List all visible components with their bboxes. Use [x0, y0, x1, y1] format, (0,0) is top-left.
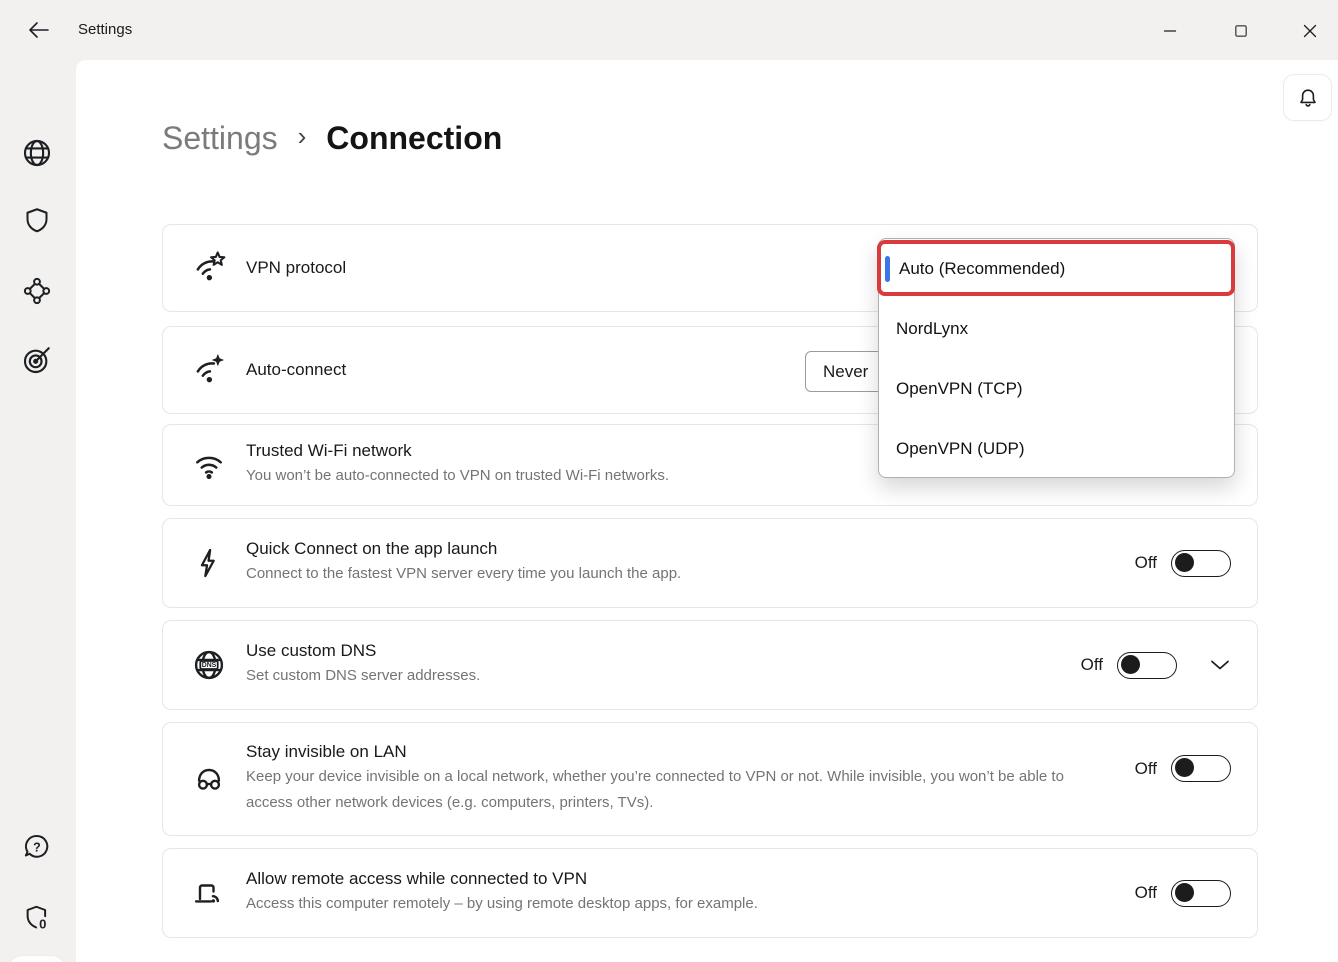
setting-row-quick-connect: Quick Connect on the app launch Connect …	[162, 518, 1258, 608]
breadcrumb-separator-icon: ›	[298, 121, 307, 152]
row-title: Use custom DNS	[246, 641, 480, 661]
breadcrumb-current-page: Connection	[326, 120, 502, 157]
row-title: Auto-connect	[246, 360, 346, 380]
toggle-knob	[1175, 553, 1194, 572]
sidebar-item-threat-counter[interactable]: 0	[15, 895, 59, 939]
close-icon	[1302, 23, 1318, 39]
dns-globe-icon: DNS	[189, 645, 229, 685]
shield-counter-icon: 0	[22, 902, 52, 932]
dropdown-option-nordlynx[interactable]: NordLynx	[879, 299, 1234, 359]
row-title: Stay invisible on LAN	[246, 742, 1076, 762]
wifi-sparkle-icon	[189, 350, 229, 390]
row-subtitle: Access this computer remotely – by using…	[246, 891, 758, 917]
dropdown-option-label: OpenVPN (UDP)	[896, 439, 1024, 459]
shield-icon	[22, 205, 52, 235]
toggle-knob	[1121, 655, 1140, 674]
invisible-lan-toggle[interactable]	[1171, 755, 1231, 782]
sidebar-item-threat-protection[interactable]	[15, 198, 59, 242]
toggle-knob	[1175, 883, 1194, 902]
wifi-icon	[189, 445, 229, 485]
toggle-state-label: Off	[1135, 553, 1157, 573]
selected-option-indicator	[885, 256, 890, 282]
sidebar-item-servers[interactable]	[15, 131, 59, 175]
dns-label: DNS	[202, 662, 217, 669]
toggle-state-label: Off	[1081, 655, 1103, 675]
setting-row-invisible-lan: Stay invisible on LAN Keep your device i…	[162, 722, 1258, 836]
dropdown-option-label: Auto (Recommended)	[899, 259, 1065, 279]
toggle-state-label: Off	[1135, 759, 1157, 779]
globe-icon	[21, 137, 53, 169]
sidebar-item-help[interactable]: ?	[15, 825, 59, 869]
toggle-knob	[1175, 758, 1194, 777]
row-title: VPN protocol	[246, 258, 346, 278]
sidebar-item-settings-active[interactable]	[8, 956, 66, 962]
auto-connect-value: Never	[823, 362, 868, 381]
help-bubble-icon: ?	[22, 832, 52, 862]
setting-row-remote-access: Allow remote access while connected to V…	[162, 848, 1258, 938]
setting-row-custom-dns: DNS Use custom DNS Set custom DNS server…	[162, 620, 1258, 710]
close-button[interactable]	[1288, 9, 1332, 53]
incognito-icon	[189, 759, 229, 799]
row-title: Allow remote access while connected to V…	[246, 869, 758, 889]
row-title: Quick Connect on the app launch	[246, 539, 681, 559]
help-glyph: ?	[33, 840, 41, 854]
dropdown-option-label: NordLynx	[896, 319, 968, 339]
laptop-signal-icon	[189, 873, 229, 913]
notifications-button[interactable]	[1284, 75, 1331, 120]
chevron-down-icon	[1209, 658, 1231, 672]
breadcrumb-settings[interactable]: Settings	[162, 120, 278, 157]
minimize-button[interactable]	[1148, 9, 1192, 53]
dropdown-option-label: OpenVPN (TCP)	[896, 379, 1023, 399]
custom-dns-toggle[interactable]	[1117, 652, 1177, 679]
wifi-star-icon	[189, 248, 229, 288]
expand-section-button[interactable]	[1209, 658, 1231, 672]
maximize-button[interactable]	[1219, 9, 1263, 53]
dropdown-option-openvpn-udp[interactable]: OpenVPN (UDP)	[879, 419, 1234, 478]
row-title: Trusted Wi-Fi network	[246, 441, 669, 461]
nordvpn-settings-window: Settings	[0, 0, 1338, 962]
shield-badge-count: 0	[39, 916, 46, 931]
row-subtitle: Keep your device invisible on a local ne…	[246, 764, 1076, 816]
row-subtitle: Set custom DNS server addresses.	[246, 663, 480, 689]
breadcrumb: Settings › Connection	[162, 114, 502, 162]
sidebar: ? 0	[0, 60, 76, 962]
vpn-protocol-dropdown-menu: Auto (Recommended) NordLynx OpenVPN (TCP…	[878, 238, 1235, 478]
back-button[interactable]	[22, 15, 56, 45]
mesh-network-icon	[22, 276, 52, 306]
sidebar-item-meshnet[interactable]	[15, 269, 59, 313]
lightning-icon	[189, 543, 229, 583]
window-title: Settings	[78, 21, 132, 38]
minimize-icon	[1162, 23, 1178, 39]
dropdown-option-auto-recommended[interactable]: Auto (Recommended)	[879, 239, 1234, 299]
bell-icon	[1296, 86, 1320, 110]
toggle-state-label: Off	[1135, 883, 1157, 903]
row-subtitle: Connect to the fastest VPN server every …	[246, 561, 681, 587]
sidebar-item-dedicated-ip[interactable]	[15, 338, 59, 382]
dropdown-option-openvpn-tcp[interactable]: OpenVPN (TCP)	[879, 359, 1234, 419]
titlebar: Settings	[0, 0, 1338, 60]
target-icon	[21, 344, 53, 376]
row-subtitle: You won’t be auto-connected to VPN on tr…	[246, 463, 669, 489]
quick-connect-toggle[interactable]	[1171, 550, 1231, 577]
back-arrow-icon	[28, 21, 50, 39]
remote-access-toggle[interactable]	[1171, 880, 1231, 907]
maximize-icon	[1233, 23, 1249, 39]
